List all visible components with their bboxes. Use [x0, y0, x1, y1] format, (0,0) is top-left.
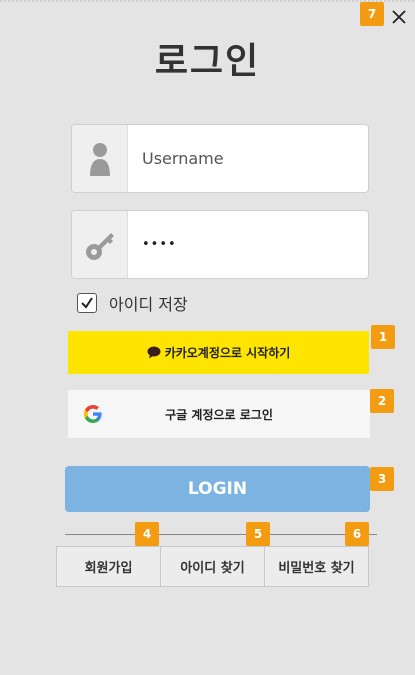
divider	[65, 534, 377, 535]
username-icon-box	[72, 125, 128, 192]
find-password-link[interactable]: 비밀번호 찾기	[265, 547, 368, 586]
login-button-label: LOGIN	[187, 479, 248, 499]
find-id-link[interactable]: 아이디 찾기	[161, 547, 265, 586]
badge-3: 3	[370, 467, 394, 491]
google-g-icon	[84, 405, 102, 423]
page-title: 로그인	[154, 41, 261, 82]
google-login-button[interactable]: 구글 계정으로 로그인	[68, 390, 370, 438]
kakao-login-label: 카카오계정으로 시작하기	[164, 346, 291, 360]
badge-7: 7	[360, 2, 384, 26]
signup-link[interactable]: 회원가입	[57, 547, 161, 586]
checkmark-icon	[81, 297, 93, 309]
login-button[interactable]: LOGIN	[65, 466, 370, 512]
badge-2: 2	[370, 389, 394, 413]
person-icon	[89, 142, 110, 176]
close-icon	[392, 10, 406, 24]
speech-bubble-icon	[147, 346, 161, 359]
badge-1: 1	[371, 325, 395, 349]
badge-5: 5	[246, 522, 270, 546]
remember-id-row[interactable]: 아이디 저장	[77, 291, 188, 315]
remember-checkbox[interactable]	[77, 293, 97, 313]
username-input[interactable]	[142, 149, 368, 168]
remember-label: 아이디 저장	[109, 295, 188, 314]
password-input[interactable]: ••••	[142, 237, 177, 252]
username-field[interactable]	[71, 124, 369, 193]
badge-6: 6	[345, 522, 369, 546]
password-icon-box	[72, 211, 128, 278]
password-field[interactable]: ••••	[71, 210, 369, 279]
google-login-label: 구글 계정으로 로그인	[165, 407, 273, 422]
top-border	[0, 0, 415, 2]
key-icon	[85, 232, 114, 260]
close-button[interactable]	[388, 6, 410, 28]
account-links: 회원가입 아이디 찾기 비밀번호 찾기	[56, 546, 369, 587]
kakao-login-button[interactable]: 카카오계정으로 시작하기	[68, 331, 369, 374]
badge-4: 4	[135, 522, 159, 546]
